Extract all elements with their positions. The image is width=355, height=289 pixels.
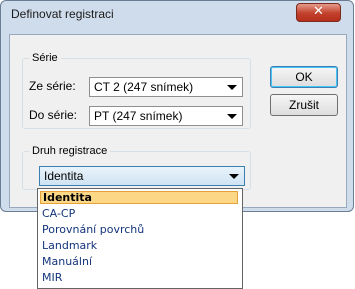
registration-type-select[interactable]: Identita bbox=[39, 166, 245, 186]
chevron-down-icon bbox=[227, 85, 237, 90]
dropdown-option[interactable]: Manuální bbox=[40, 255, 238, 268]
dropdown-option[interactable]: CA-CP bbox=[40, 207, 238, 220]
series-group-legend: Série bbox=[32, 52, 58, 64]
dropdown-option[interactable]: Identita bbox=[40, 191, 238, 204]
registration-type-dropdown-list: Identita CA-CP Porovnání povrchů Landmar… bbox=[37, 188, 243, 289]
ok-button[interactable]: OK bbox=[270, 66, 338, 88]
to-series-value: PT (247 snímek) bbox=[94, 109, 183, 123]
from-series-select[interactable]: CT 2 (247 snímek) bbox=[89, 77, 243, 97]
chevron-down-icon bbox=[227, 114, 237, 119]
registration-type-legend: Druh registrace bbox=[32, 145, 108, 157]
dialog-title: Definovat registraci bbox=[11, 7, 114, 21]
dropdown-option[interactable]: Landmark bbox=[40, 239, 238, 252]
registration-type-value: Identita bbox=[44, 169, 84, 183]
close-icon: ✕ bbox=[313, 4, 324, 19]
dialog-body: Série Ze série: CT 2 (247 snímek) Do sér… bbox=[9, 34, 347, 208]
define-registration-dialog: Definovat registraci ✕ Série Ze série: C… bbox=[0, 0, 354, 212]
to-series-select[interactable]: PT (247 snímek) bbox=[89, 106, 243, 126]
chevron-down-icon bbox=[229, 174, 239, 179]
dropdown-option[interactable]: MIR bbox=[40, 271, 238, 284]
to-series-label: Do série: bbox=[29, 108, 78, 122]
from-series-value: CT 2 (247 snímek) bbox=[94, 80, 194, 94]
from-series-label: Ze série: bbox=[29, 79, 76, 93]
cancel-button[interactable]: Zrušit bbox=[270, 94, 338, 116]
dropdown-option[interactable]: Porovnání povrchů bbox=[40, 223, 238, 236]
close-button[interactable]: ✕ bbox=[296, 3, 341, 22]
title-bar: Definovat registraci ✕ bbox=[1, 1, 353, 31]
